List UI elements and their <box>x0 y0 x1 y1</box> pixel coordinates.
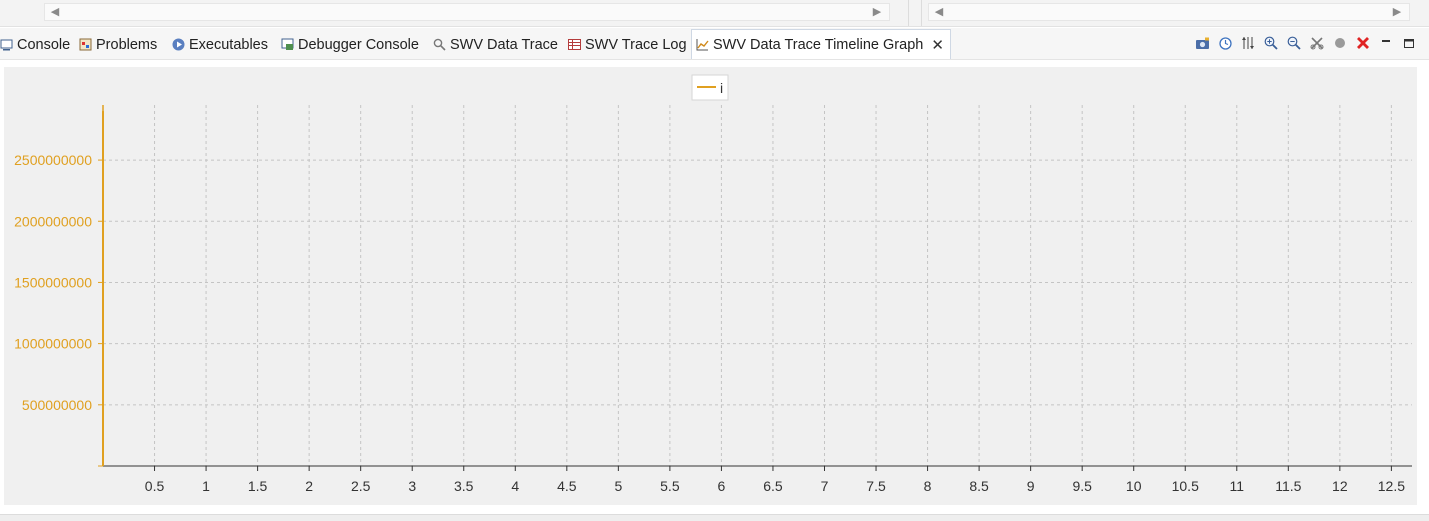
tab-label: Console <box>17 36 71 53</box>
console-icon <box>0 38 13 51</box>
x-tick-label: 8.5 <box>969 478 989 494</box>
x-tick-label: 3 <box>408 478 416 494</box>
tab-label: SWV Data Trace Timeline Graph <box>713 36 924 53</box>
editor-splitter[interactable] <box>921 0 922 26</box>
x-tick-label: 7 <box>821 478 829 494</box>
x-tick-label: 1 <box>202 478 210 494</box>
x-tick-label: 4.5 <box>557 478 577 494</box>
tab-label: Executables <box>189 36 268 53</box>
zoom-out-icon[interactable] <box>1286 35 1302 51</box>
x-tick-label: 5.5 <box>660 478 680 494</box>
clock-icon[interactable] <box>1217 35 1233 51</box>
legend-label: i <box>720 80 723 96</box>
tab-console[interactable]: Console <box>0 30 70 59</box>
left-horizontal-scrollbar[interactable]: ◀ ▶ <box>44 3 890 21</box>
x-tick-label: 11.5 <box>1275 478 1301 494</box>
configure-icon[interactable] <box>1309 35 1325 51</box>
tab-swv-data-trace-timeline-graph[interactable]: SWV Data Trace Timeline Graph ✕ <box>691 29 951 59</box>
maximize-icon[interactable] <box>1401 35 1417 51</box>
magnifier-icon <box>433 38 446 51</box>
tab-swv-trace-log[interactable]: SWV Trace Log <box>568 30 687 59</box>
y-tick-label: 1000000000 <box>14 336 92 352</box>
tab-label: SWV Trace Log <box>585 36 687 53</box>
x-tick-label: 8 <box>924 478 932 494</box>
zoom-in-icon[interactable] <box>1263 35 1279 51</box>
timeline-graph-panel[interactable]: 0.5 1 1.5 2 2.5 3 3.5 4 4.5 5 5.5 6 6.5 7 7.5 8 8.5 9 9.5 1… <box>4 67 1417 505</box>
tab-problems[interactable]: Problems <box>79 30 157 59</box>
scroll-right-arrow-icon[interactable]: ▶ <box>871 6 883 18</box>
scroll-left-arrow-icon[interactable]: ◀ <box>49 6 61 18</box>
tab-executables[interactable]: Executables <box>172 30 268 59</box>
view-toolbar <box>1194 34 1417 52</box>
tab-swv-data-trace[interactable]: SWV Data Trace <box>433 30 558 59</box>
x-tick-label: 9.5 <box>1072 478 1092 494</box>
editor-scroll-area: ◀ ▶ ◀ ▶ <box>0 0 1429 27</box>
x-tick-label: 10.5 <box>1172 478 1199 494</box>
x-tick-label: 12 <box>1332 478 1348 494</box>
x-tick-label: 3.5 <box>454 478 474 494</box>
x-tick-label: 6.5 <box>763 478 783 494</box>
minimize-icon[interactable] <box>1378 35 1394 51</box>
x-tick-label: 5 <box>614 478 622 494</box>
adjust-scale-icon[interactable] <box>1240 35 1256 51</box>
close-tab-icon[interactable]: ✕ <box>931 36 944 54</box>
editor-splitter[interactable] <box>908 0 909 26</box>
x-tick-label: 11 <box>1230 478 1245 494</box>
x-tick-label: 6 <box>718 478 726 494</box>
x-tick-label: 2.5 <box>351 478 371 494</box>
x-tick-label: 4 <box>511 478 519 494</box>
y-tick-label: 2500000000 <box>14 152 92 168</box>
record-icon[interactable] <box>1332 35 1348 51</box>
problems-icon <box>79 38 92 51</box>
x-tick-label: 7.5 <box>866 478 886 494</box>
y-tick-label: 1500000000 <box>14 274 92 290</box>
scroll-left-arrow-icon[interactable]: ◀ <box>933 6 945 18</box>
tab-label: SWV Data Trace <box>450 36 558 53</box>
red-x-icon[interactable] <box>1355 35 1371 51</box>
timeline-chart[interactable]: 0.5 1 1.5 2 2.5 3 3.5 4 4.5 5 5.5 6 6.5 7 7.5 8 8.5 9 9.5 1… <box>4 67 1417 505</box>
x-tick-label: 10 <box>1126 478 1142 494</box>
scroll-right-arrow-icon[interactable]: ▶ <box>1391 6 1403 18</box>
line-graph-icon <box>696 38 709 51</box>
x-tick-label: 12.5 <box>1378 478 1405 494</box>
tab-label: Problems <box>96 36 158 53</box>
table-icon <box>568 38 581 51</box>
tab-label: Debugger Console <box>298 36 419 53</box>
executables-icon <box>172 38 185 51</box>
y-tick-label: 2000000000 <box>14 213 92 229</box>
right-horizontal-scrollbar[interactable]: ◀ ▶ <box>928 3 1410 21</box>
x-tick-label: 9 <box>1027 478 1035 494</box>
y-tick-label: 500000000 <box>22 397 92 413</box>
tab-debugger-console[interactable]: Debugger Console <box>281 30 419 59</box>
camera-icon[interactable] <box>1194 35 1210 51</box>
x-tick-label: 1.5 <box>248 478 268 494</box>
debugger-console-icon <box>281 38 294 51</box>
x-tick-label: 0.5 <box>145 478 165 494</box>
x-tick-label: 2 <box>305 478 313 494</box>
